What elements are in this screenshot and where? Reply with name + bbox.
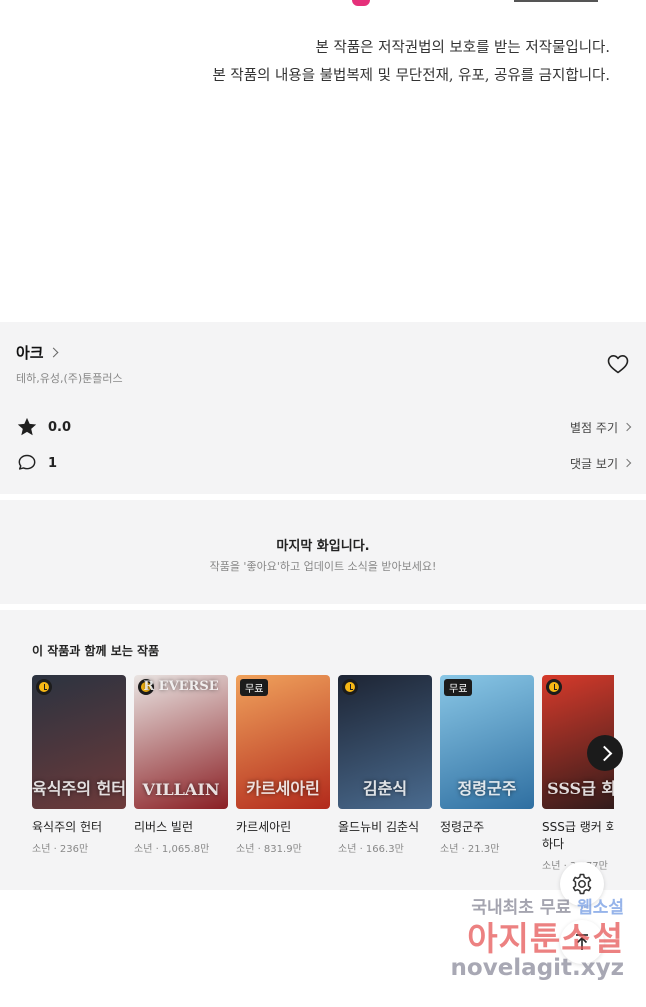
rating-row: 0.0 별점 주기 xyxy=(16,415,632,439)
rate-link-label: 별점 주기 xyxy=(570,420,618,435)
copyright-line-1: 본 작품은 저작권법의 보호를 받는 저작물입니다. xyxy=(315,40,610,56)
card-title: 리버스 빌런 xyxy=(134,820,194,834)
recommendations-heading: 이 작품과 함께 보는 작품 xyxy=(32,644,160,658)
card-meta: 소년 · 831.9만 xyxy=(236,844,302,855)
cover-image: R EVERSE VILLAIN xyxy=(134,675,228,809)
chevron-right-icon xyxy=(622,458,632,468)
work-authors: 테하,유성,(주)툰플러스 xyxy=(16,372,123,385)
cover-image: 무료카르세아린 xyxy=(236,675,330,809)
last-episode-panel: 마지막 화입니다. 작품을 '좋아요'하고 업데이트 소식을 받아보세요! xyxy=(0,500,646,604)
watermark-url: novelagit.xyz xyxy=(450,955,624,981)
comments-link-label: 댓글 보기 xyxy=(570,456,618,471)
chevron-right-icon xyxy=(622,422,632,432)
cover-title-art: 육식주의 헌터 xyxy=(32,779,126,798)
cover-image: 무료정령군주 xyxy=(440,675,534,809)
free-badge: 무료 xyxy=(444,679,473,696)
last-episode-title: 마지막 화입니다. xyxy=(276,539,370,554)
card-meta: 소년 · 21.3만 xyxy=(440,844,500,855)
clock-badge-icon xyxy=(342,679,358,695)
cover-title-art: 카르세아린 xyxy=(246,779,320,798)
card-meta: 소년 · 166.3만 xyxy=(338,844,404,855)
comment-count: 1 xyxy=(48,455,58,471)
cover-title-art: 정령군주 xyxy=(457,779,517,798)
recommendation-card[interactable]: R EVERSE VILLAIN 리버스 빌런소년 · 1,065.8만 xyxy=(134,675,228,855)
rate-link[interactable]: 별점 주기 xyxy=(570,419,632,436)
card-title: SSS급 랭커 회귀하다 xyxy=(542,820,614,851)
recommendation-card[interactable]: 무료 카르세아린 카르세아린 소년 · 831.9만 xyxy=(236,675,330,855)
top-decoration xyxy=(0,0,646,10)
copyright-line-2: 본 작품의 내용을 불법복제 및 무단전재, 유포, 공유를 금지합니다. xyxy=(212,68,610,84)
recommendations-panel: 이 작품과 함께 보는 작품 육식주의 헌터 육식주의 헌터 소년 · 236만 R … xyxy=(0,610,646,890)
carousel-next-button[interactable] xyxy=(587,735,623,771)
recommendations-carousel: 육식주의 헌터 육식주의 헌터 소년 · 236만 R EVERSE VILLAIN 리버… xyxy=(32,675,614,890)
card-meta: 소년 · 236만 xyxy=(32,844,89,855)
comment-row: 1 댓글 보기 xyxy=(16,451,632,475)
card-title: 카르세아린 xyxy=(236,820,292,834)
recommendation-card[interactable]: 김춘식올드뉴비 김춘식소년 · 166.3만 xyxy=(338,675,432,855)
cover-title-art: SSS급 회귀 xyxy=(547,779,614,798)
copyright-notice: 본 작품은 저작권법의 보호를 받는 저작물입니다. 본 작품의 내용을 불법복… xyxy=(212,34,610,90)
cover-title-art: 김춘식 xyxy=(362,779,408,798)
card-meta: 소년 · 1,065.8만 xyxy=(134,844,210,855)
last-episode-subtitle: 작품을 '좋아요'하고 업데이트 소식을 받아보세요! xyxy=(209,560,437,573)
cover-image: 김춘식 xyxy=(338,675,432,809)
card-title: 올드뉴비 김춘식 xyxy=(338,820,420,834)
watermark-brand: 아지툰소설 xyxy=(467,919,624,958)
cover-image: 육식주의 헌터 xyxy=(32,675,126,809)
card-title: 육식주의 헌터 xyxy=(32,820,103,834)
gray-decoration xyxy=(514,0,598,2)
recommendation-card[interactable]: 육식주의 헌터 육식주의 헌터 소년 · 236만 xyxy=(32,675,126,855)
recommendation-card[interactable]: SSS급 회귀SSS급 랭커 회귀하다소년 · 3,177만 xyxy=(542,675,614,872)
chevron-right-icon xyxy=(48,347,59,358)
rating-value: 0.0 xyxy=(48,419,72,435)
free-badge: 무료 xyxy=(240,679,269,696)
comment-icon xyxy=(18,454,36,470)
pink-decoration xyxy=(352,0,370,6)
clock-badge-icon xyxy=(36,679,52,695)
cover-top-text: R EVERSE xyxy=(143,679,219,694)
cover-title-art: VILLAIN xyxy=(142,780,220,799)
clock-badge-icon xyxy=(546,679,562,695)
star-icon xyxy=(17,417,37,436)
card-title: 정령군주 xyxy=(440,820,485,834)
recommendation-card[interactable]: 무료 정령군주 정령군주 소년 · 21.3만 xyxy=(440,675,534,855)
work-title: 아크 xyxy=(16,344,44,362)
work-title-link[interactable]: 아크 xyxy=(16,342,59,363)
comments-link[interactable]: 댓글 보기 xyxy=(570,455,632,472)
work-info-panel: 아크 테하,유성,(주)툰플러스 0.0 별점 주기 1 댓글 보기 xyxy=(0,322,646,494)
heart-icon[interactable] xyxy=(606,352,630,376)
